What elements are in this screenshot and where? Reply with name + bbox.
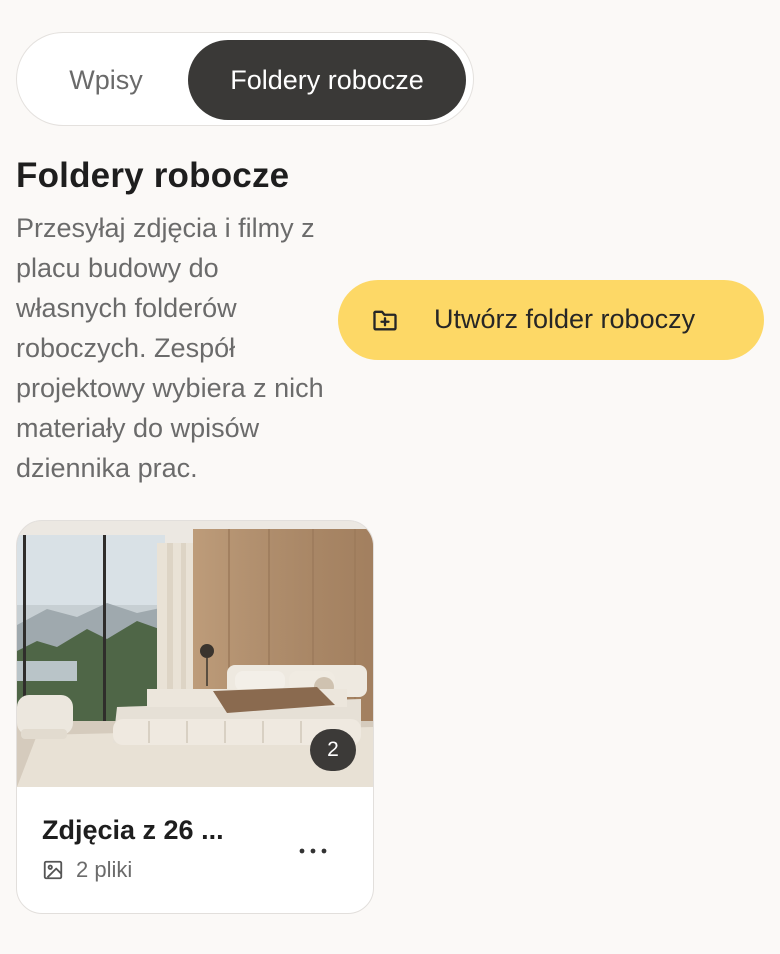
more-horizontal-icon bbox=[299, 848, 327, 854]
folder-meta: 2 pliki bbox=[42, 857, 132, 883]
file-count-badge: 2 bbox=[310, 729, 356, 771]
tab-wpisy[interactable]: Wpisy bbox=[25, 40, 187, 120]
folder-plus-icon bbox=[373, 310, 397, 331]
section-title: Foldery robocze bbox=[16, 156, 290, 195]
image-icon bbox=[43, 860, 63, 880]
folder-menu-button[interactable] bbox=[293, 831, 333, 871]
folder-file-count: 2 pliki bbox=[76, 857, 133, 882]
create-folder-button[interactable]: Utwórz folder roboczy bbox=[338, 280, 764, 360]
tab-foldery-robocze[interactable]: Foldery robocze bbox=[188, 40, 466, 120]
tab-switcher: Wpisy Foldery robocze bbox=[16, 32, 474, 126]
section-description: Przesyłaj zdjęcia i filmy z placu budowy… bbox=[16, 213, 324, 483]
folder-title: Zdjęcia z 26 ... bbox=[42, 815, 224, 845]
create-folder-label: Utwórz folder roboczy bbox=[434, 304, 696, 334]
folder-card[interactable]: 2 Zdjęcia z 26 ... 2 pliki bbox=[16, 520, 374, 914]
